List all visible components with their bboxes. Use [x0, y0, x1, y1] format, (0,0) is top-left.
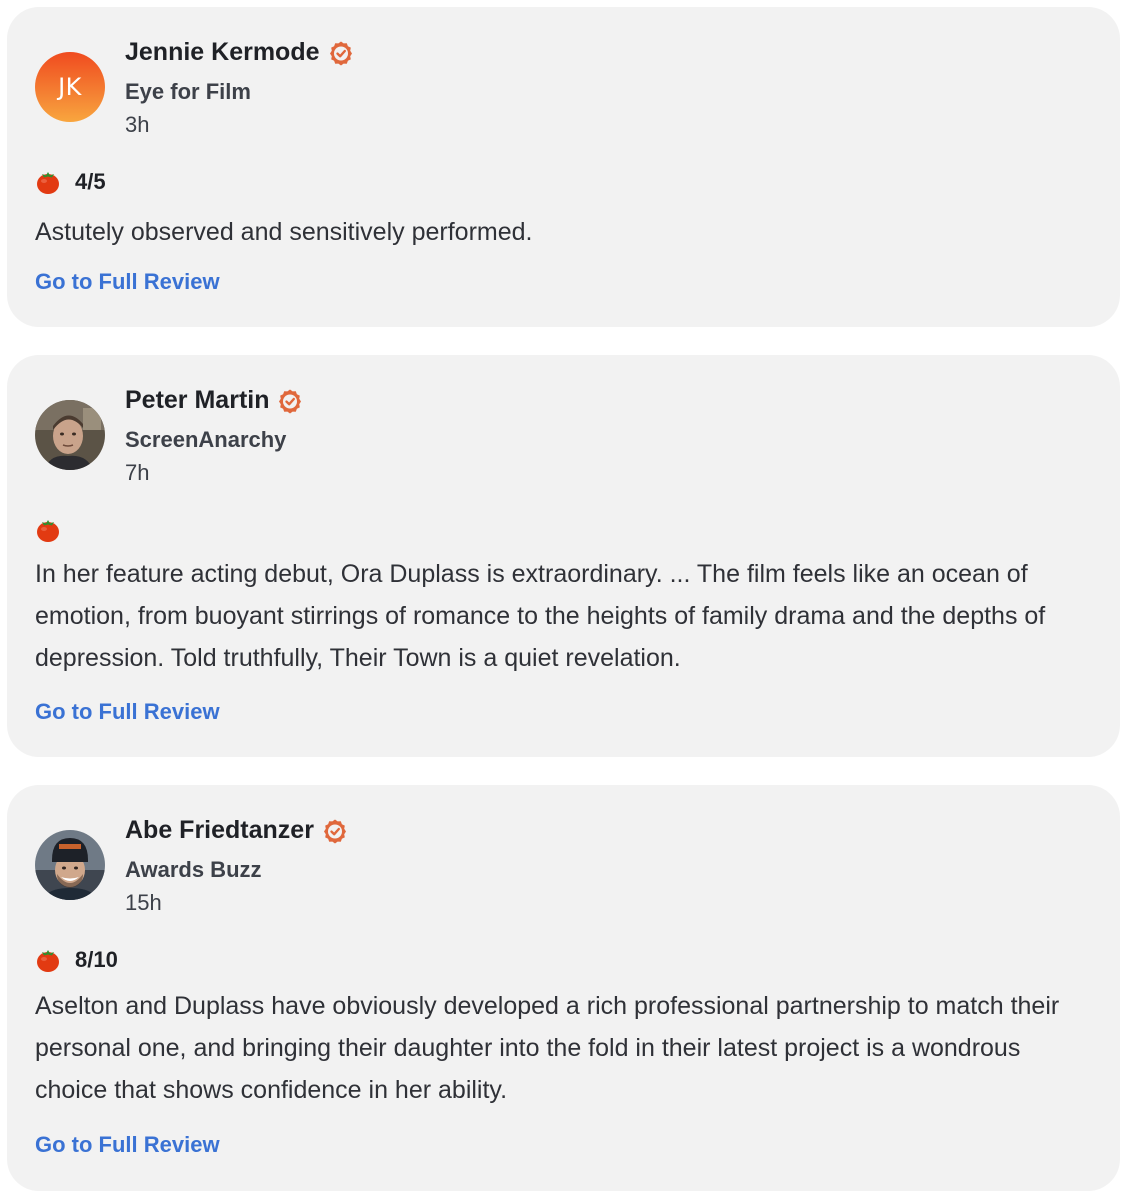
- verified-check-icon: [329, 41, 352, 65]
- avatar[interactable]: [35, 830, 105, 900]
- full-review-link[interactable]: Go to Full Review: [35, 699, 220, 725]
- critic-name[interactable]: Abe Friedtanzer: [125, 816, 314, 845]
- review-score: 4/5: [75, 169, 106, 194]
- full-review-link[interactable]: Go to Full Review: [35, 269, 220, 295]
- review-time: 15h: [125, 890, 162, 915]
- review-time: 7h: [125, 460, 150, 485]
- full-review-link[interactable]: Go to Full Review: [35, 1132, 220, 1158]
- avatar-initials: JK: [58, 73, 82, 101]
- tomato-icon: [37, 520, 59, 542]
- review-card: Abe Friedtanzer Awards Buzz 15h 8/10 Ase…: [7, 785, 1120, 1191]
- tomato-icon: [37, 172, 59, 194]
- review-card: JK Jennie Kermode Eye for Film 3h 4/5 As…: [7, 7, 1120, 327]
- review-time: 3h: [125, 112, 150, 137]
- review-score: 8/10: [75, 947, 118, 972]
- critic-name[interactable]: Jennie Kermode: [125, 38, 320, 67]
- review-text: Astutely observed and sensitively perfor…: [35, 218, 533, 246]
- avatar[interactable]: JK: [35, 52, 105, 122]
- avatar[interactable]: [35, 400, 105, 470]
- tomato-icon: [37, 950, 59, 972]
- avatar-photo: [35, 830, 105, 900]
- verified-check-icon: [279, 389, 302, 413]
- score-row: 4/5: [35, 169, 106, 195]
- publication-name[interactable]: Awards Buzz: [125, 857, 262, 883]
- critic-name-row: Abe Friedtanzer: [125, 816, 348, 845]
- review-card: Peter Martin ScreenAnarchy 7h In her fea…: [7, 355, 1120, 757]
- critic-name[interactable]: Peter Martin: [125, 386, 269, 415]
- score-row: 8/10: [35, 947, 118, 973]
- critic-name-row: Peter Martin: [125, 386, 303, 415]
- verified-check-icon: [323, 819, 346, 843]
- score-row: [35, 517, 75, 543]
- review-text: In her feature acting debut, Ora Duplass…: [35, 560, 1046, 672]
- publication-name[interactable]: ScreenAnarchy: [125, 427, 286, 453]
- avatar-photo: [35, 400, 105, 470]
- critic-name-row: Jennie Kermode: [125, 38, 354, 67]
- review-text: Aselton and Duplass have obviously devel…: [35, 992, 1060, 1104]
- publication-name[interactable]: Eye for Film: [125, 79, 251, 105]
